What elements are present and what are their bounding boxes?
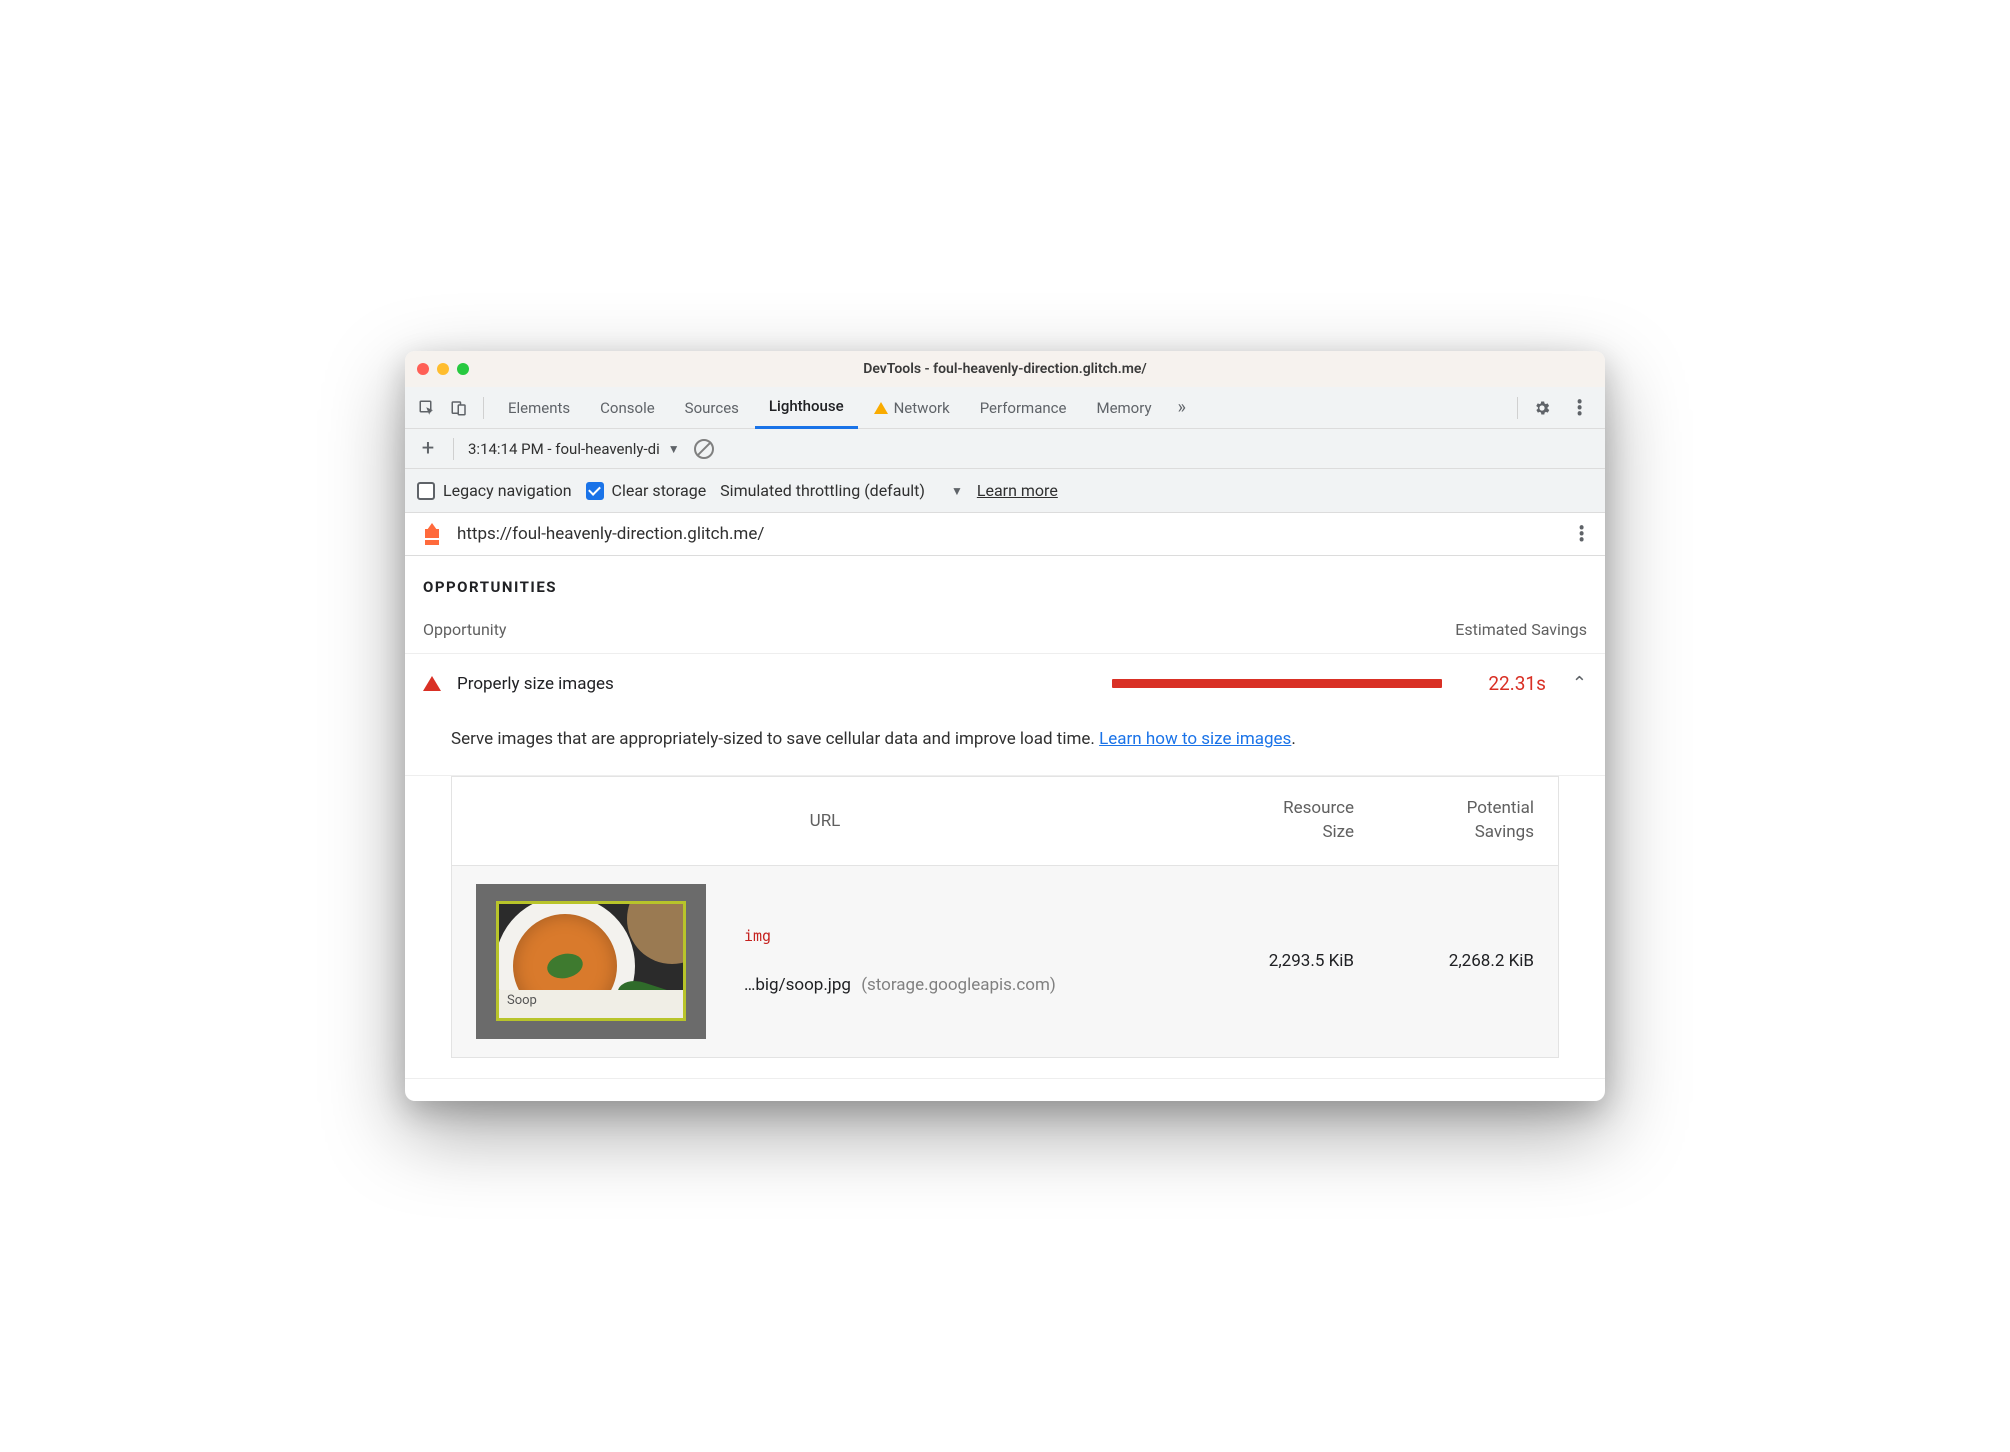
lighthouse-settings-bar: Legacy navigation Clear storage Simulate… bbox=[405, 469, 1605, 513]
element-tag-label: img bbox=[744, 927, 1174, 945]
learn-more-link[interactable]: Learn more bbox=[977, 481, 1058, 500]
panel-tabstrip: Elements Console Sources Lighthouse Netw… bbox=[405, 387, 1605, 429]
chevron-down-icon: ▼ bbox=[951, 484, 963, 498]
legacy-nav-checkbox[interactable] bbox=[417, 482, 435, 500]
col-resource-size-label: ResourceSize bbox=[1174, 797, 1354, 845]
description-suffix: . bbox=[1291, 729, 1295, 749]
lighthouse-icon bbox=[419, 523, 445, 545]
customize-devtools-icon[interactable]: ••• bbox=[1570, 399, 1589, 417]
inspect-element-icon[interactable] bbox=[413, 394, 441, 422]
legacy-nav-option[interactable]: Legacy navigation bbox=[417, 481, 572, 500]
tab-memory[interactable]: Memory bbox=[1082, 387, 1165, 429]
lighthouse-toolbar: + 3:14:14 PM - foul-heavenly-di ▼ bbox=[405, 429, 1605, 469]
fail-triangle-icon bbox=[423, 676, 441, 691]
section-title-opportunities: OPPORTUNITIES bbox=[405, 572, 1605, 614]
opportunity-savings-value: 22.31s bbox=[1488, 672, 1546, 695]
opportunity-title: Properly size images bbox=[457, 674, 614, 694]
more-tabs-icon[interactable]: » bbox=[1168, 397, 1196, 418]
separator bbox=[453, 438, 454, 460]
tab-network-label: Network bbox=[894, 399, 950, 417]
clear-storage-checkbox[interactable] bbox=[586, 482, 604, 500]
opportunity-item: Properly size images 22.31s ⌃ Serve imag… bbox=[405, 654, 1605, 1078]
resource-row: Soop img …big/soop.jpg (storage.googleap… bbox=[452, 865, 1558, 1057]
device-toolbar-icon[interactable] bbox=[445, 394, 473, 422]
new-report-button[interactable]: + bbox=[417, 436, 439, 461]
window-controls bbox=[417, 363, 469, 375]
resource-url-cell: img …big/soop.jpg (storage.googleapis.co… bbox=[736, 927, 1174, 995]
thumbnail-caption: Soop bbox=[499, 990, 683, 1018]
tab-performance[interactable]: Performance bbox=[966, 387, 1081, 429]
resource-table: URL ResourceSize PotentialSavings bbox=[451, 776, 1559, 1058]
opportunities-header-row: Opportunity Estimated Savings bbox=[405, 614, 1605, 654]
report-menu-icon[interactable]: ••• bbox=[1572, 525, 1591, 543]
titlebar: DevTools - foul-heavenly-direction.glitc… bbox=[405, 351, 1605, 387]
settings-gear-icon[interactable] bbox=[1528, 394, 1556, 422]
col-url-label: URL bbox=[476, 811, 1174, 831]
legacy-nav-label: Legacy navigation bbox=[443, 481, 572, 500]
resource-host: (storage.googleapis.com) bbox=[861, 975, 1056, 995]
description-text: Serve images that are appropriately-size… bbox=[451, 729, 1099, 749]
learn-size-images-link[interactable]: Learn how to size images bbox=[1099, 729, 1291, 749]
resource-path[interactable]: …big/soop.jpg bbox=[744, 975, 851, 995]
devtools-window: DevTools - foul-heavenly-direction.glitc… bbox=[405, 351, 1605, 1100]
tab-console[interactable]: Console bbox=[586, 387, 669, 429]
window-title: DevTools - foul-heavenly-direction.glitc… bbox=[405, 361, 1605, 377]
resource-thumbnail: Soop bbox=[476, 884, 706, 1039]
panel-tabs: Elements Console Sources Lighthouse Netw… bbox=[494, 387, 1507, 429]
tab-sources[interactable]: Sources bbox=[671, 387, 753, 429]
chevron-up-icon: ⌃ bbox=[1572, 673, 1587, 694]
clear-storage-label: Clear storage bbox=[612, 481, 707, 500]
report-selector-label: 3:14:14 PM - foul-heavenly-di bbox=[468, 440, 660, 458]
tab-network[interactable]: Network bbox=[860, 387, 964, 429]
separator bbox=[1517, 397, 1518, 419]
close-window-icon[interactable] bbox=[417, 363, 429, 375]
tab-elements[interactable]: Elements bbox=[494, 387, 584, 429]
col-opportunity-label: Opportunity bbox=[423, 620, 507, 639]
warning-icon bbox=[874, 402, 888, 414]
throttling-select[interactable]: Simulated throttling (default) ▼ bbox=[720, 481, 963, 500]
tab-lighthouse[interactable]: Lighthouse bbox=[755, 387, 858, 429]
minimize-window-icon[interactable] bbox=[437, 363, 449, 375]
resource-savings-value: 2,268.2 KiB bbox=[1354, 951, 1534, 971]
clear-reports-icon[interactable] bbox=[694, 439, 714, 459]
zoom-window-icon[interactable] bbox=[457, 363, 469, 375]
chevron-down-icon: ▼ bbox=[668, 442, 680, 456]
resource-table-header: URL ResourceSize PotentialSavings bbox=[452, 777, 1558, 865]
opportunity-details: URL ResourceSize PotentialSavings bbox=[405, 776, 1605, 1078]
throttling-label: Simulated throttling (default) bbox=[720, 481, 925, 500]
col-potential-savings-label: PotentialSavings bbox=[1354, 797, 1534, 845]
clear-storage-option[interactable]: Clear storage bbox=[586, 481, 707, 500]
report-selector[interactable]: 3:14:14 PM - foul-heavenly-di ▼ bbox=[468, 440, 680, 458]
report-header: https://foul-heavenly-direction.glitch.m… bbox=[405, 513, 1605, 556]
opportunity-row-toggle[interactable]: Properly size images 22.31s ⌃ bbox=[405, 654, 1605, 713]
report-body: OPPORTUNITIES Opportunity Estimated Savi… bbox=[405, 556, 1605, 1100]
audited-url: https://foul-heavenly-direction.glitch.m… bbox=[457, 524, 1560, 544]
col-savings-label: Estimated Savings bbox=[1455, 620, 1587, 639]
savings-bar bbox=[1112, 679, 1442, 688]
resource-size-value: 2,293.5 KiB bbox=[1174, 951, 1354, 971]
opportunity-description: Serve images that are appropriately-size… bbox=[405, 713, 1605, 776]
separator bbox=[483, 397, 484, 419]
